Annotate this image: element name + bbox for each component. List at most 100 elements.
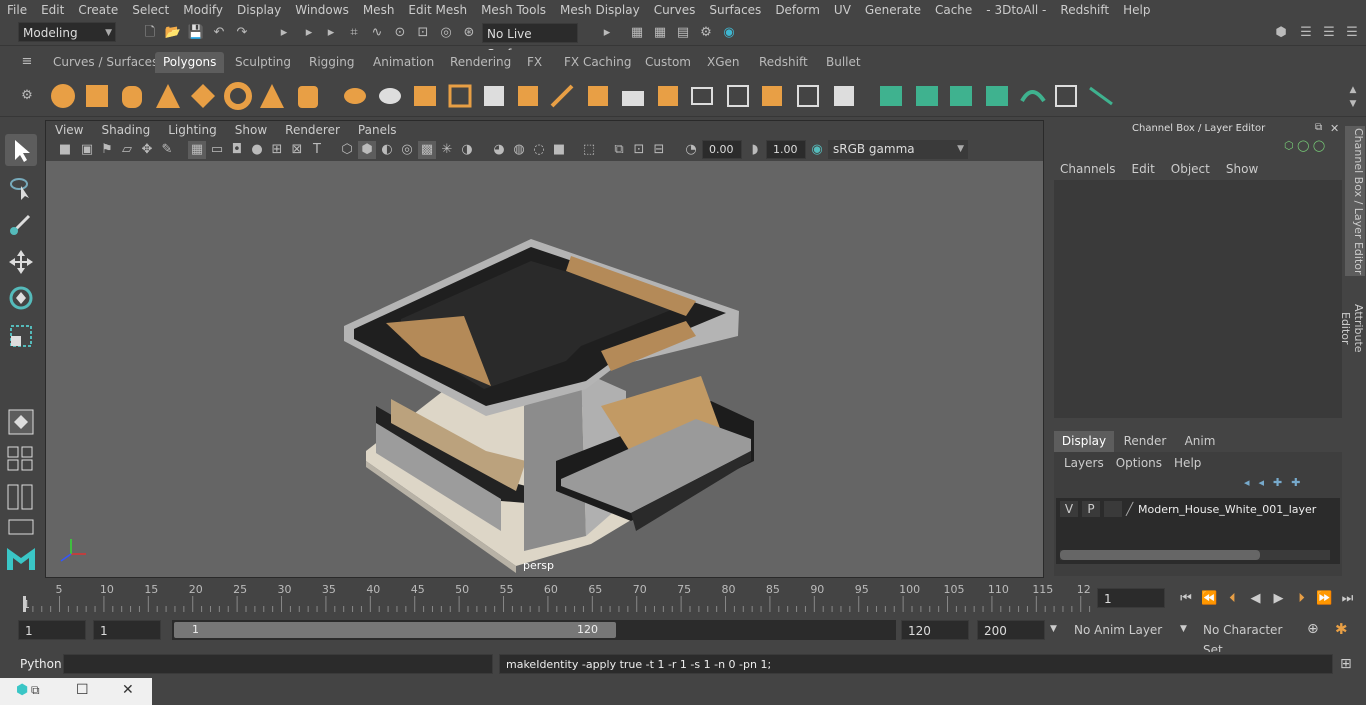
live-surface-field[interactable]: No Live Surface xyxy=(482,23,578,61)
maya-app-icon[interactable]: ⬢ xyxy=(16,682,28,698)
snap-curve-icon[interactable]: ∿ xyxy=(368,24,386,42)
planar-map-icon[interactable] xyxy=(880,86,902,106)
resolution-gate-icon[interactable]: ◘ xyxy=(228,141,246,159)
select-object-icon[interactable]: ▸ xyxy=(300,24,318,42)
mode-dropdown[interactable]: Modeling ▼ xyxy=(18,22,116,42)
ambient-occlusion-icon[interactable]: ◕ xyxy=(490,141,508,159)
snap-view-plane-icon[interactable]: ⊡ xyxy=(414,24,432,42)
exposure-icon[interactable]: ◔ xyxy=(682,141,700,159)
poly-cylinder-icon[interactable] xyxy=(122,86,142,108)
menu-edit-mesh[interactable]: Edit Mesh xyxy=(401,0,474,20)
modeling-toolkit-icon[interactable]: ⬢ xyxy=(1272,24,1290,42)
snap-point-icon[interactable]: ⊙ xyxy=(391,24,409,42)
select-component-icon[interactable]: ▸ xyxy=(322,24,340,42)
scale-tool-button[interactable] xyxy=(5,320,37,352)
vp-menu-renderer[interactable]: Renderer xyxy=(276,121,349,139)
cb-menu-object[interactable]: Object xyxy=(1163,162,1218,176)
merge-icon[interactable] xyxy=(762,86,782,106)
vp-menu-panels[interactable]: Panels xyxy=(349,121,406,139)
ipr-render-icon[interactable]: ▤ xyxy=(674,24,692,42)
render-settings-icon[interactable]: ⚙ xyxy=(697,24,715,42)
poly-pipe-icon[interactable] xyxy=(298,86,318,108)
gamma-icon[interactable]: ◗ xyxy=(746,141,764,159)
multi-cut-icon[interactable] xyxy=(550,84,574,108)
collapse-icon[interactable] xyxy=(834,86,854,106)
spherical-map-icon[interactable] xyxy=(950,86,972,106)
bridge-icon[interactable] xyxy=(484,86,504,106)
layer-visibility-toggle[interactable]: V xyxy=(1060,501,1078,517)
lasso-tool-button[interactable] xyxy=(5,172,37,204)
range-slider-handle[interactable]: 1 120 xyxy=(174,622,616,638)
playback-start-field[interactable]: 1 xyxy=(93,620,161,640)
menu-windows[interactable]: Windows xyxy=(288,0,356,20)
fill-hole-icon[interactable] xyxy=(658,86,678,106)
hypershade-icon[interactable]: ◉ xyxy=(720,24,738,42)
snap-surface-icon[interactable]: ⊛ xyxy=(460,24,478,42)
chevron-down-icon[interactable]: ▼ xyxy=(1180,624,1187,634)
poly-cube-icon[interactable] xyxy=(86,85,108,107)
vp-menu-shading[interactable]: Shading xyxy=(92,121,159,139)
poly-torus-icon[interactable] xyxy=(224,82,252,110)
tab-rendering[interactable]: Rendering xyxy=(442,52,519,73)
safe-title-icon[interactable]: T xyxy=(308,141,326,159)
layer-menu-options[interactable]: Options xyxy=(1110,456,1168,470)
depth-of-field-icon[interactable]: ■ xyxy=(550,141,568,159)
menu-surfaces[interactable]: Surfaces xyxy=(702,0,768,20)
layer-menu-help[interactable]: Help xyxy=(1168,456,1207,470)
step-forward-key-icon[interactable]: ⏩ xyxy=(1313,591,1336,606)
color-space-dropdown[interactable]: sRGB gamma ▼ xyxy=(828,140,968,159)
tab-rigging[interactable]: Rigging xyxy=(301,52,362,73)
default-material-icon[interactable]: ◐ xyxy=(378,141,396,159)
time-slider[interactable]: 5 10 15 20 25 30 35 40 45 50 55 60 65 70 75 80 85 90 95 100… xyxy=(0,580,1366,616)
offset-edge-loop-icon[interactable] xyxy=(727,85,749,107)
gamma-field[interactable]: 1.00 xyxy=(766,140,806,159)
extrude-icon[interactable] xyxy=(518,86,538,106)
isolate-select-icon[interactable]: ⬚ xyxy=(580,141,598,159)
separate-icon[interactable] xyxy=(379,88,401,104)
field-chart-icon[interactable]: ⊞ xyxy=(268,141,286,159)
layer-menu-layers[interactable]: Layers xyxy=(1058,456,1110,470)
shelf-settings-icon[interactable]: ⚙ xyxy=(18,87,36,105)
perspective-viewport[interactable]: persp xyxy=(46,161,1043,577)
camera-select-icon[interactable]: ■ xyxy=(56,141,74,159)
range-slider[interactable]: 1 120 xyxy=(172,620,896,640)
scene-end-field[interactable]: 200 xyxy=(977,620,1045,640)
step-back-frame-icon[interactable]: ⏴ xyxy=(1221,591,1244,606)
render-frame-icon[interactable]: ▦ xyxy=(628,24,646,42)
menu-3dtoall[interactable]: - 3DtoAll - xyxy=(979,0,1053,20)
auto-key-icon[interactable]: ⊕ xyxy=(1307,621,1319,637)
current-frame-field[interactable]: 1 xyxy=(1097,588,1165,608)
animation-preferences-icon[interactable]: ✱ xyxy=(1335,620,1348,638)
undo-icon[interactable]: ↶ xyxy=(210,24,228,42)
close-window-icon[interactable]: ✕ xyxy=(122,682,134,698)
automatic-map-icon[interactable] xyxy=(986,86,1008,106)
menu-mesh-tools[interactable]: Mesh Tools xyxy=(474,0,553,20)
tab-channel-box-layer-editor[interactable]: Channel Box / Layer Editor xyxy=(1345,126,1365,276)
film-gate-icon[interactable]: ▭ xyxy=(208,141,226,159)
menu-mesh[interactable]: Mesh xyxy=(356,0,402,20)
checker-icon[interactable] xyxy=(1055,85,1077,107)
color-management-icon[interactable]: ◉ xyxy=(808,141,826,159)
grease-pencil-icon[interactable]: ✎ xyxy=(158,141,176,159)
layer-display-type-toggle[interactable] xyxy=(1104,501,1122,517)
tab-xgen[interactable]: XGen xyxy=(699,52,748,73)
tab-curves-surfaces[interactable]: Curves / Surfaces xyxy=(45,52,166,73)
safe-action-icon[interactable]: ⊠ xyxy=(288,141,306,159)
poly-plane-icon[interactable] xyxy=(191,84,215,108)
tab-display[interactable]: Display xyxy=(1054,431,1114,452)
gate-mask-icon[interactable]: ● xyxy=(248,141,266,159)
2d-pan-zoom-icon[interactable]: ✥ xyxy=(138,141,156,159)
menu-cache[interactable]: Cache xyxy=(928,0,979,20)
select-hierarchy-icon[interactable]: ▸ xyxy=(275,24,293,42)
tab-sculpting[interactable]: Sculpting xyxy=(227,52,299,73)
menu-help[interactable]: Help xyxy=(1116,0,1157,20)
mirror-icon[interactable] xyxy=(448,84,472,108)
snap-grid-icon[interactable]: ⌗ xyxy=(345,24,363,42)
menu-select[interactable]: Select xyxy=(125,0,176,20)
tab-animation[interactable]: Animation xyxy=(365,52,442,73)
character-set-dropdown[interactable]: No Character Set xyxy=(1196,620,1300,657)
step-forward-frame-icon[interactable]: ⏵ xyxy=(1290,591,1313,606)
xray-joints-icon[interactable]: ⊡ xyxy=(630,141,648,159)
layer-scroll-thumb[interactable] xyxy=(1060,550,1260,560)
tab-custom[interactable]: Custom xyxy=(637,52,699,73)
